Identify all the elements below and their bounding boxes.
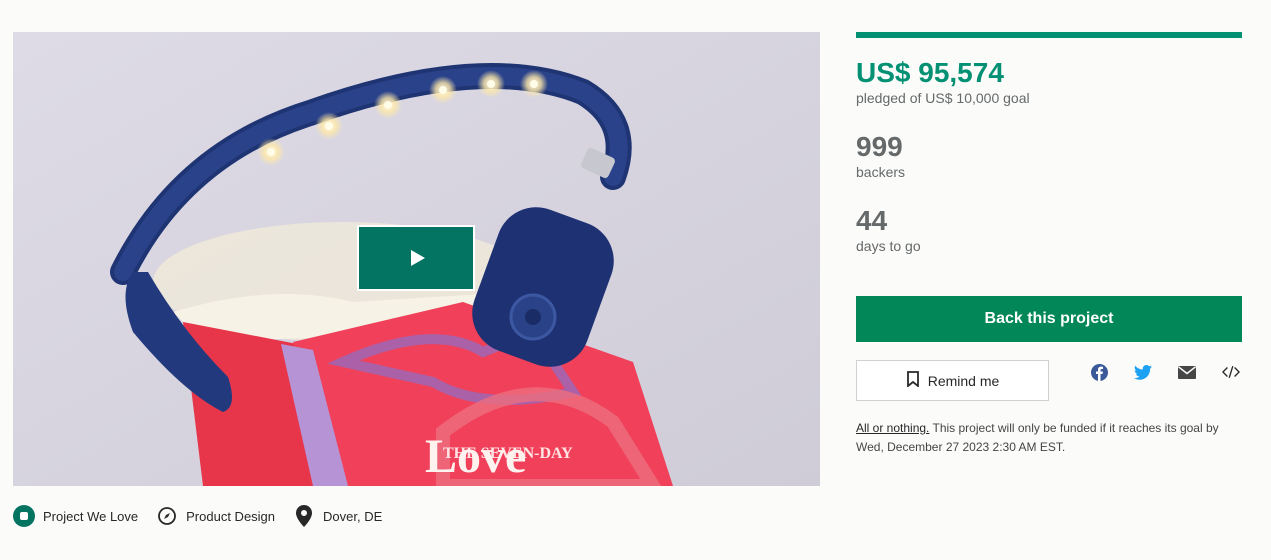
tag-product-design[interactable]: Product Design — [156, 505, 275, 527]
play-button[interactable] — [357, 225, 475, 291]
tag-label: Product Design — [186, 508, 276, 524]
project-video[interactable]: THE SEVEN-DAY Love — [13, 32, 820, 486]
days-label: days to go — [856, 238, 921, 254]
funding-progress-bar — [856, 32, 1242, 38]
location-pin-icon — [293, 505, 315, 527]
backers-count: 999 — [856, 131, 903, 162]
funding-progress-fill — [856, 32, 1242, 38]
email-icon[interactable] — [1178, 363, 1196, 381]
play-icon — [411, 250, 425, 266]
tag-label: Project We Love — [43, 508, 139, 524]
tag-project-we-love[interactable]: Project We Love — [13, 505, 138, 527]
kickstarter-badge-icon — [13, 505, 35, 527]
back-this-project-button[interactable]: Back this project — [856, 296, 1242, 342]
bookmark-icon — [906, 371, 920, 390]
book-cover-title: Love — [425, 430, 526, 483]
remind-me-label: Remind me — [927, 372, 1000, 389]
campaign-panel: US$ 95,574 pledged of US$ 10,000 goal 99… — [856, 32, 1242, 454]
remind-me-button[interactable]: Remind me — [856, 360, 1049, 401]
backers-label: backers — [856, 164, 906, 180]
project-tags: Project We Love Product Design Dover, DE — [13, 505, 382, 527]
goal-text: pledged of US$ 10,000 goal — [856, 90, 1030, 106]
days-count: 44 — [856, 205, 888, 236]
all-or-nothing-link[interactable]: All or nothing. — [856, 421, 929, 435]
tag-location[interactable]: Dover, DE — [293, 505, 382, 527]
tag-label: Dover, DE — [323, 508, 383, 524]
facebook-icon[interactable] — [1090, 363, 1108, 381]
all-or-nothing-note: All or nothing. This project will only b… — [856, 419, 1242, 457]
twitter-icon[interactable] — [1134, 363, 1152, 381]
pledged-amount: US$ 95,574 — [856, 57, 1004, 88]
compass-icon — [156, 505, 178, 527]
share-buttons — [1090, 363, 1240, 381]
embed-icon[interactable] — [1222, 363, 1240, 381]
